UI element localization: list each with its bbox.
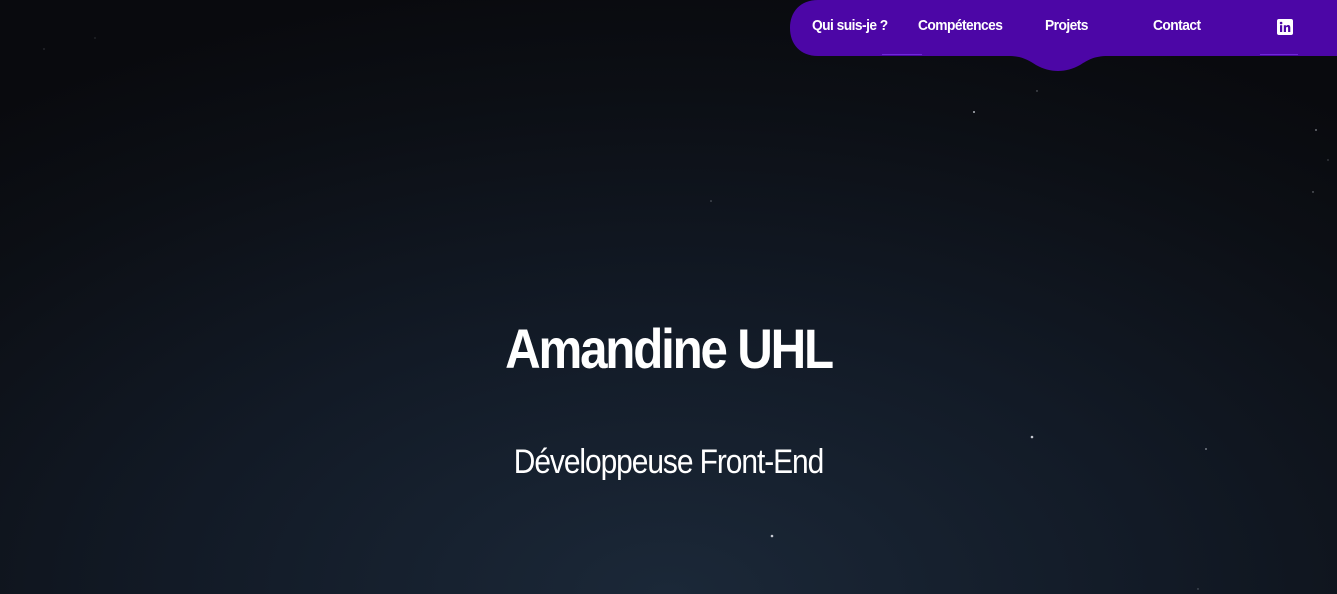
hero-subtitle: Développeuse Front-End (513, 443, 824, 482)
star (1327, 159, 1329, 161)
star (1197, 588, 1199, 590)
nav-link-competences[interactable]: Compétences (918, 17, 1003, 34)
star (770, 534, 774, 538)
nav-link-qui-suis-je[interactable]: Qui suis-je ? (812, 17, 888, 34)
starfield-background (43, 37, 1329, 590)
nav-link-projets[interactable]: Projets (1045, 17, 1088, 34)
star (1036, 90, 1038, 92)
nav-divider (1260, 54, 1298, 55)
star (710, 200, 712, 202)
star (973, 111, 975, 113)
star (1312, 191, 1314, 193)
nav-divider (882, 54, 922, 55)
hero-title: Amandine UHL (505, 316, 834, 380)
nav-link-contact[interactable]: Contact (1153, 17, 1201, 34)
star (94, 37, 96, 39)
main-navigation: Qui suis-je ? Compétences Projets Contac… (790, 0, 1337, 56)
star (1315, 129, 1317, 131)
star (43, 48, 45, 50)
linkedin-icon[interactable] (1277, 19, 1293, 35)
star (1030, 435, 1034, 439)
